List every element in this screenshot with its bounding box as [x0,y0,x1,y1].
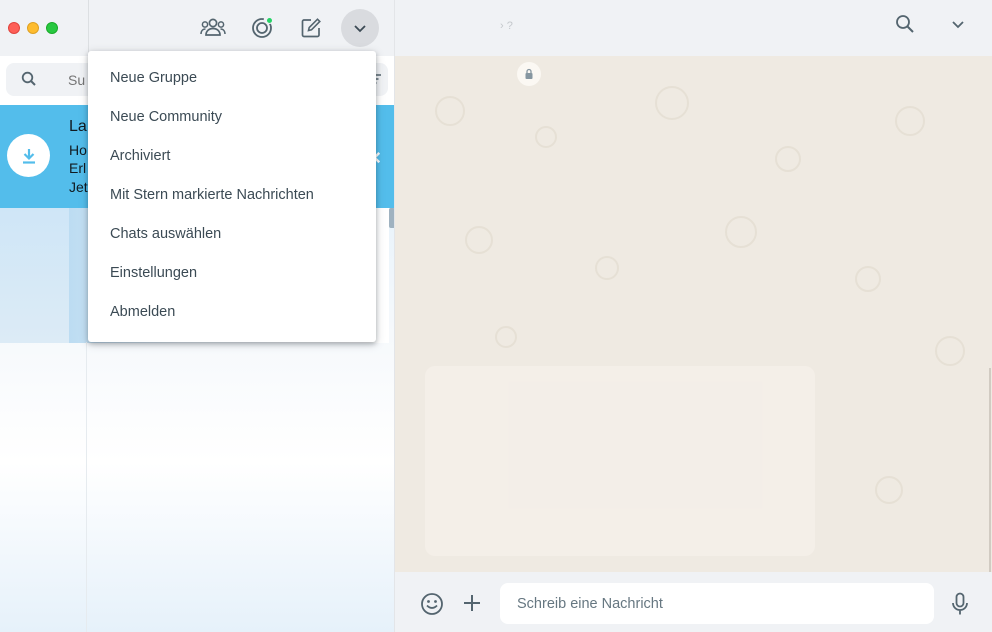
wallpaper-doodle [935,336,965,366]
menu-item-settings[interactable]: Einstellungen [88,254,376,293]
encryption-lock-icon[interactable] [517,62,541,86]
chevron-down-icon [354,24,366,32]
menu-item-select-chats[interactable]: Chats auswählen [88,215,376,254]
search-icon [21,71,36,86]
new-chat-icon[interactable] [293,10,329,46]
wallpaper-doodle [495,326,517,348]
menu-item-archived[interactable]: Archiviert [88,137,376,176]
attach-plus-icon[interactable] [462,593,482,613]
conversation-scrollbar[interactable] [989,368,991,572]
microphone-icon[interactable] [951,592,969,616]
banner-text-line: Erl [69,160,87,176]
download-icon [7,134,50,177]
message-input[interactable] [500,583,934,624]
wallpaper-doodle [595,256,619,280]
wallpaper-doodle [655,86,689,120]
search-icon[interactable] [895,14,915,34]
wallpaper-doodle [895,106,925,136]
wallpaper-doodle [725,216,757,248]
banner-title: La [69,118,87,135]
wallpaper-doodle [535,126,557,148]
banner-text-line: Ho [69,142,87,158]
wallpaper-doodle [875,476,903,504]
close-window-button[interactable] [8,22,20,34]
emoji-icon[interactable] [420,592,444,616]
message-composer [395,572,992,632]
main-menu-dropdown: Neue Gruppe Neue Community Archiviert Mi… [88,51,376,342]
banner-text-line: Jet [69,179,88,195]
menu-item-logout[interactable]: Abmelden [88,293,376,332]
header-divider [88,0,89,56]
chat-background [395,56,992,572]
chevron-down-icon[interactable] [950,16,966,32]
new-group-icon[interactable] [195,10,231,46]
menu-item-starred-messages[interactable]: Mit Stern markierte Nachrichten [88,176,376,215]
wallpaper-doodle [435,96,465,126]
wallpaper-doodle [855,266,881,292]
wallpaper-doodle [465,226,493,254]
blurred-messages [425,366,815,556]
status-icon[interactable] [244,10,280,46]
menu-chevron-button[interactable] [341,9,379,47]
zoom-window-button[interactable] [46,22,58,34]
wallpaper-doodle [775,146,801,172]
menu-item-new-group[interactable]: Neue Gruppe [88,59,376,98]
conversation-header: › ? [395,0,992,56]
menu-item-new-community[interactable]: Neue Community [88,98,376,137]
contact-name[interactable]: › ? [500,20,513,32]
minimize-window-button[interactable] [27,22,39,34]
divider [86,342,87,632]
conversation-panel: › ? [395,0,992,632]
left-header [0,0,394,56]
